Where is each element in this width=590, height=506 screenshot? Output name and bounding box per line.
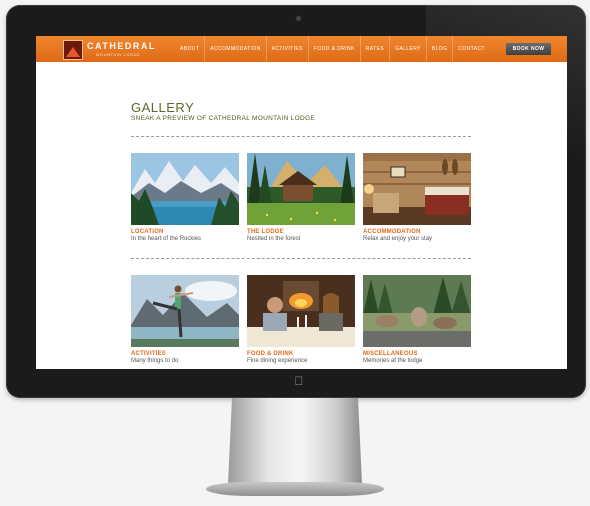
caption-lodge[interactable]: THE LODGE (247, 229, 284, 235)
nav-item-accommodation[interactable]: ACCOMMODATION (204, 36, 265, 62)
desc-miscellaneous: Memories at the lodge (363, 358, 423, 364)
caption-accommodation[interactable]: ACCOMMODATION (363, 229, 420, 235)
nav-item-activities[interactable]: ACTIVITIES (265, 36, 308, 62)
desc-location: In the heart of the Rockies (131, 236, 202, 242)
monitor-stand (228, 398, 362, 484)
accommodation-photo[interactable] (363, 153, 471, 225)
monitor-base (206, 482, 384, 496)
divider-middle (131, 258, 471, 259)
food-drink-photo[interactable] (247, 275, 355, 347)
divider-top (131, 136, 471, 137)
nav-item-food-drink[interactable]: FOOD & DRINK (307, 36, 360, 62)
browser-screen: CATHEDRAL MOUNTAIN LODGE ABOUT ACCOMMODA… (36, 36, 567, 369)
book-now-button[interactable]: BOOK NOW (506, 43, 551, 55)
desc-activities: Many things to do (131, 358, 179, 364)
main-menu: ABOUT ACCOMMODATION ACTIVITIES FOOD & DR… (175, 36, 490, 62)
nav-item-rates[interactable]: RATES (359, 36, 389, 62)
nav-item-about[interactable]: ABOUT (175, 36, 204, 62)
logo-mountain-icon[interactable] (63, 40, 83, 60)
location-photo[interactable] (131, 153, 239, 225)
activities-photo[interactable] (131, 275, 239, 347)
logo-text[interactable]: CATHEDRAL (87, 41, 156, 51)
caption-activities[interactable]: ACTIVITIES (131, 351, 166, 357)
apple-logo-icon:  (292, 374, 306, 388)
caption-food-drink[interactable]: FOOD & DRINK (247, 351, 293, 357)
page-subtitle: SNEAK A PREVIEW OF CATHEDRAL MOUNTAIN LO… (131, 115, 315, 122)
caption-miscellaneous[interactable]: MISCELLANEOUS (363, 351, 418, 357)
nav-item-gallery[interactable]: GALLERY (389, 36, 426, 62)
nav-bar: CATHEDRAL MOUNTAIN LODGE ABOUT ACCOMMODA… (36, 36, 567, 62)
camera-icon (296, 16, 301, 21)
miscellaneous-photo[interactable] (363, 275, 471, 347)
desc-food-drink: Fine dining experience (247, 358, 308, 364)
desc-accommodation: Relax and enjoy your stay (363, 236, 433, 242)
nav-item-contact[interactable]: CONTACT (452, 36, 490, 62)
page-title: GALLERY (131, 100, 195, 115)
logo-subtext: MOUNTAIN LODGE (96, 52, 141, 57)
lodge-photo[interactable] (247, 153, 355, 225)
nav-item-blog[interactable]: BLOG (425, 36, 453, 62)
monitor-frame: CATHEDRAL MOUNTAIN LODGE ABOUT ACCOMMODA… (6, 5, 586, 398)
caption-location[interactable]: LOCATION (131, 229, 164, 235)
desc-lodge: Nestled in the forest (247, 236, 301, 242)
